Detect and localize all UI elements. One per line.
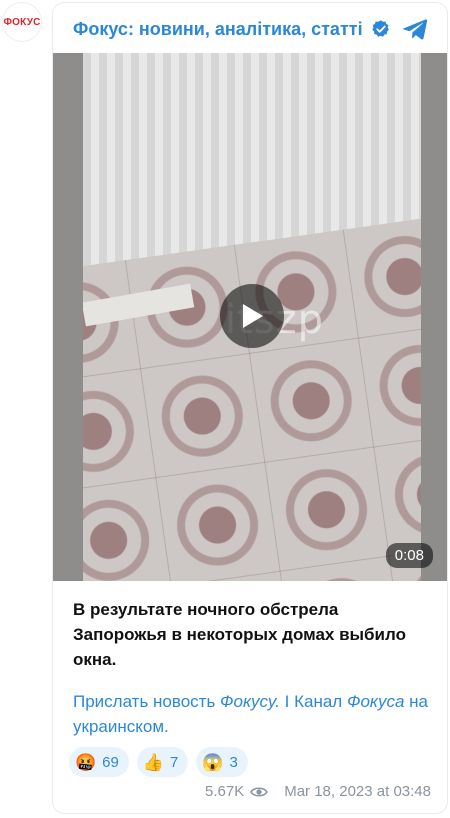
channel-ua-prefix: Канал: [294, 692, 347, 711]
eye-icon: [250, 786, 269, 797]
video-duration: 0:08: [385, 543, 433, 568]
message-text: В результате ночного обстрела Запорожья …: [73, 600, 406, 669]
post-date-link[interactable]: Mar 18, 2023 at 03:48: [284, 783, 431, 800]
telegram-icon[interactable]: [401, 15, 429, 43]
message-links: Прислать новость Фокусу. I Канал Фокуса …: [73, 689, 433, 739]
reaction-scream[interactable]: 😱 3: [196, 747, 248, 777]
message-meta: 5.67K Mar 18, 2023 at 03:48: [205, 783, 431, 800]
reaction-count: 69: [102, 753, 119, 771]
reaction-count: 7: [170, 753, 179, 771]
links-separator: I: [279, 692, 295, 711]
thumbs-up-icon: 👍: [142, 752, 165, 772]
send-news-brand: Фокусу.: [220, 692, 280, 711]
send-news-prefix: Прислать новость: [73, 692, 221, 711]
message-card: Фокус: новини, аналітика, статті itszp 0…: [52, 2, 448, 814]
avatar-logo-text: ФОКУС: [3, 16, 41, 28]
video-floor: [83, 214, 421, 581]
play-icon: [243, 304, 263, 328]
play-button[interactable]: [220, 284, 284, 348]
send-news-link[interactable]: Прислать новость Фокусу.: [73, 692, 280, 711]
reaction-angry[interactable]: 🤬 69: [69, 747, 129, 777]
channel-ua-brand: Фокуса: [346, 692, 405, 711]
channel-avatar[interactable]: ФОКУС: [2, 2, 42, 42]
reactions-bar: 🤬 69 👍 7 😱 3: [69, 747, 248, 777]
angry-face-icon: 🤬: [75, 752, 97, 772]
message-header: Фокус: новини, аналітика, статті: [73, 15, 433, 43]
verified-check-icon: [371, 20, 389, 37]
video-player[interactable]: itszp 0:08: [53, 53, 447, 581]
reaction-count: 3: [229, 753, 238, 771]
view-count: 5.67K: [205, 783, 245, 800]
channel-name-link[interactable]: Фокус: новини, аналітика, статті: [73, 19, 363, 40]
scream-face-icon: 😱: [202, 752, 224, 772]
reaction-thumbs-up[interactable]: 👍 7: [136, 747, 189, 777]
